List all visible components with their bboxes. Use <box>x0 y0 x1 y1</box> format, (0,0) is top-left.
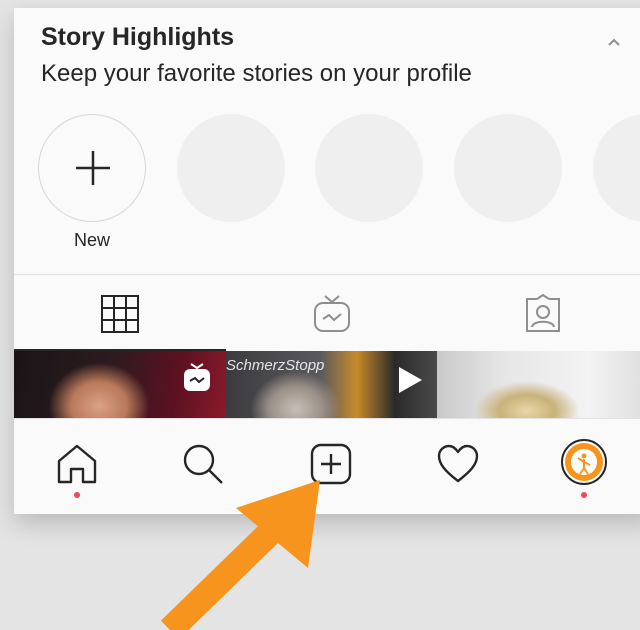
new-highlight-label: New <box>73 230 110 250</box>
chevron-up-icon[interactable] <box>604 34 624 50</box>
highlight-placeholder <box>315 114 423 222</box>
highlight-placeholder <box>177 114 285 222</box>
highlight-placeholder <box>454 114 562 222</box>
post-thumbnail[interactable] <box>437 351 640 418</box>
profile-panel: Story Highlights Keep your favorite stor… <box>14 8 640 514</box>
tagged-icon[interactable] <box>523 294 563 334</box>
notification-dot <box>74 492 80 498</box>
grid-icon[interactable] <box>100 294 140 334</box>
igtv-icon[interactable] <box>312 294 352 334</box>
home-icon[interactable] <box>54 441 100 487</box>
post-thumbnail[interactable] <box>14 351 226 418</box>
orange-arrow-icon <box>160 480 320 630</box>
igtv-badge-icon <box>184 363 210 391</box>
profile-logo-icon <box>565 443 603 481</box>
notification-dot <box>581 492 587 498</box>
new-highlight-button[interactable] <box>38 114 146 222</box>
play-icon <box>399 367 422 393</box>
post-thumbnail[interactable]: SchmerzStopp <box>226 351 437 418</box>
plus-icon <box>76 151 110 185</box>
heart-icon[interactable] <box>435 441 481 487</box>
story-highlights-title: Story Highlights <box>41 23 235 51</box>
profile-avatar[interactable] <box>561 439 607 485</box>
story-highlights-subtitle: Keep your favorite stories on your profi… <box>41 60 472 87</box>
divider <box>14 274 640 275</box>
highlight-placeholder <box>593 114 640 222</box>
thumbnail-text: SchmerzStopp <box>226 357 325 374</box>
